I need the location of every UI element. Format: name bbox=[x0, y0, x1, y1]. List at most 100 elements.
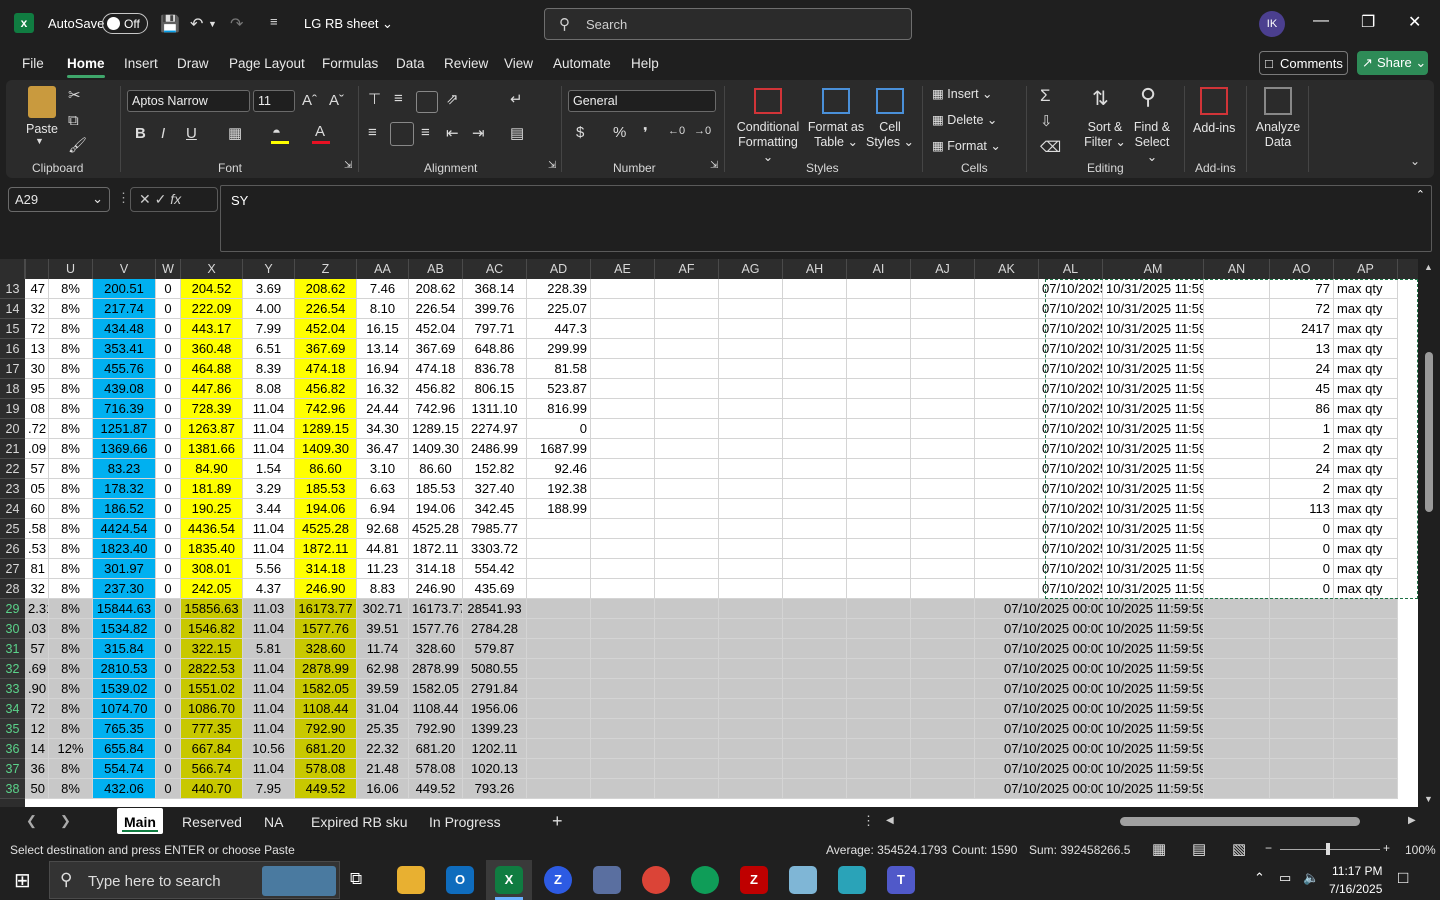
cell-ad-23[interactable]: 192.38 bbox=[527, 479, 591, 499]
cell-z-32[interactable]: 2878.99 bbox=[295, 659, 357, 679]
cell-ai-32[interactable] bbox=[847, 659, 911, 679]
cell-ag-14[interactable] bbox=[719, 299, 783, 319]
cell-af-26[interactable] bbox=[655, 539, 719, 559]
cell-ah-13[interactable] bbox=[783, 279, 847, 299]
cell-aj-19[interactable] bbox=[911, 399, 975, 419]
cell-af-28[interactable] bbox=[655, 579, 719, 599]
cell-aj-36[interactable] bbox=[911, 739, 975, 759]
cell-u-22[interactable]: 8% bbox=[49, 459, 93, 479]
select-all-corner[interactable] bbox=[0, 259, 25, 279]
row-header-24[interactable]: 24 bbox=[0, 499, 25, 519]
cell-ad-33[interactable] bbox=[527, 679, 591, 699]
cell-ad-18[interactable]: 523.87 bbox=[527, 379, 591, 399]
cell-ae-17[interactable] bbox=[591, 359, 655, 379]
row-header-22[interactable]: 22 bbox=[0, 459, 25, 479]
column-header-ah[interactable]: AH bbox=[783, 259, 847, 279]
cell-aj-28[interactable] bbox=[911, 579, 975, 599]
row-header-partial[interactable] bbox=[0, 799, 25, 807]
cell-an-31[interactable] bbox=[1204, 639, 1270, 659]
next-sheet-icon[interactable]: ❯ bbox=[60, 813, 71, 829]
cell-aj-24[interactable] bbox=[911, 499, 975, 519]
cell-an-33[interactable] bbox=[1204, 679, 1270, 699]
system-tray-chevron-icon[interactable]: ⌃ bbox=[1254, 870, 1265, 886]
cell-ah-20[interactable] bbox=[783, 419, 847, 439]
cell-aj-26[interactable] bbox=[911, 539, 975, 559]
column-header-af[interactable]: AF bbox=[655, 259, 719, 279]
row-header-38[interactable]: 38 bbox=[0, 779, 25, 799]
close-icon[interactable]: ✕ bbox=[1408, 12, 1421, 32]
cell-af-36[interactable] bbox=[655, 739, 719, 759]
cell-ai-27[interactable] bbox=[847, 559, 911, 579]
column-header-ab[interactable]: AB bbox=[409, 259, 463, 279]
cell-ak-13[interactable] bbox=[975, 279, 1039, 299]
vertical-scroll-thumb[interactable] bbox=[1425, 352, 1433, 512]
cell-af-15[interactable] bbox=[655, 319, 719, 339]
cell-w-18[interactable]: 0 bbox=[156, 379, 181, 399]
cell-af-29[interactable] bbox=[655, 599, 719, 619]
font-dialog-launcher-icon[interactable]: ⇲ bbox=[344, 160, 352, 171]
format-painter-icon[interactable]: 🖌 bbox=[68, 136, 87, 154]
cell-aa-26[interactable]: 44.81 bbox=[357, 539, 409, 559]
comma-style-icon[interactable]: ❜ bbox=[643, 124, 648, 142]
cell-z-25[interactable]: 4525.28 bbox=[295, 519, 357, 539]
scroll-right-icon[interactable]: ▶ bbox=[1408, 815, 1416, 826]
cell-af-38[interactable] bbox=[655, 779, 719, 799]
cell-t-29[interactable]: 2.31 bbox=[25, 599, 49, 619]
cell-ak-15[interactable] bbox=[975, 319, 1039, 339]
column-header-ai[interactable]: AI bbox=[847, 259, 911, 279]
avatar[interactable]: IK bbox=[1259, 11, 1285, 37]
cell-ap-34[interactable] bbox=[1334, 699, 1398, 719]
taskbar-search[interactable]: ⚲ Type here to search bbox=[49, 861, 340, 899]
cell-an-37[interactable] bbox=[1204, 759, 1270, 779]
cell-z-17[interactable]: 474.18 bbox=[295, 359, 357, 379]
cell-ao-37[interactable] bbox=[1270, 759, 1334, 779]
search-box[interactable]: ⚲ Search bbox=[544, 8, 912, 40]
cell-aj-34[interactable] bbox=[911, 699, 975, 719]
cell-w-15[interactable]: 0 bbox=[156, 319, 181, 339]
undo-dropdown-icon[interactable]: ▼ bbox=[208, 19, 217, 29]
cell-ai-33[interactable] bbox=[847, 679, 911, 699]
menu-data[interactable]: Data bbox=[396, 56, 425, 71]
cell-v-15[interactable]: 434.48 bbox=[93, 319, 156, 339]
cell-ac-37[interactable]: 1020.13 bbox=[463, 759, 527, 779]
cell-t-19[interactable]: 08 bbox=[25, 399, 49, 419]
cell-af-13[interactable] bbox=[655, 279, 719, 299]
chrome-profile-icon[interactable] bbox=[691, 866, 719, 894]
cell-ac-14[interactable]: 399.76 bbox=[463, 299, 527, 319]
column-header-ae[interactable]: AE bbox=[591, 259, 655, 279]
cell-af-14[interactable] bbox=[655, 299, 719, 319]
cell-ah-14[interactable] bbox=[783, 299, 847, 319]
cell-z-31[interactable]: 328.60 bbox=[295, 639, 357, 659]
cell-ab-16[interactable]: 367.69 bbox=[409, 339, 463, 359]
cell-y-21[interactable]: 11.04 bbox=[243, 439, 295, 459]
windows-start-icon[interactable]: ⊞ bbox=[14, 868, 31, 893]
cell-ad-24[interactable]: 188.99 bbox=[527, 499, 591, 519]
page-break-view-icon[interactable]: ▧ bbox=[1232, 840, 1246, 858]
cell-x-38[interactable]: 440.70 bbox=[181, 779, 243, 799]
cell-x-31[interactable]: 322.15 bbox=[181, 639, 243, 659]
cell-ai-23[interactable] bbox=[847, 479, 911, 499]
bold-icon[interactable]: B bbox=[135, 125, 146, 142]
cell-ab-37[interactable]: 578.08 bbox=[409, 759, 463, 779]
cell-am-33[interactable]: 10/2025 11:59:59 PM bbox=[1103, 679, 1204, 699]
cell-aj-38[interactable] bbox=[911, 779, 975, 799]
cell-x-24[interactable]: 190.25 bbox=[181, 499, 243, 519]
cell-aa-20[interactable]: 34.30 bbox=[357, 419, 409, 439]
cell-ag-25[interactable] bbox=[719, 519, 783, 539]
cell-t-33[interactable]: .90 bbox=[25, 679, 49, 699]
cell-ah-23[interactable] bbox=[783, 479, 847, 499]
cell-ak-16[interactable] bbox=[975, 339, 1039, 359]
increase-font-icon[interactable]: Aˆ bbox=[302, 92, 317, 109]
cell-z-30[interactable]: 1577.76 bbox=[295, 619, 357, 639]
cell-x-27[interactable]: 308.01 bbox=[181, 559, 243, 579]
cell-aj-37[interactable] bbox=[911, 759, 975, 779]
cell-u-18[interactable]: 8% bbox=[49, 379, 93, 399]
cell-t-34[interactable]: 72 bbox=[25, 699, 49, 719]
cell-ac-33[interactable]: 2791.84 bbox=[463, 679, 527, 699]
cell-ac-38[interactable]: 793.26 bbox=[463, 779, 527, 799]
copy-icon[interactable]: ⧉ bbox=[68, 112, 79, 129]
cell-ai-14[interactable] bbox=[847, 299, 911, 319]
cell-ag-28[interactable] bbox=[719, 579, 783, 599]
align-middle-icon[interactable]: ≡ bbox=[394, 90, 403, 107]
cell-ad-16[interactable]: 299.99 bbox=[527, 339, 591, 359]
